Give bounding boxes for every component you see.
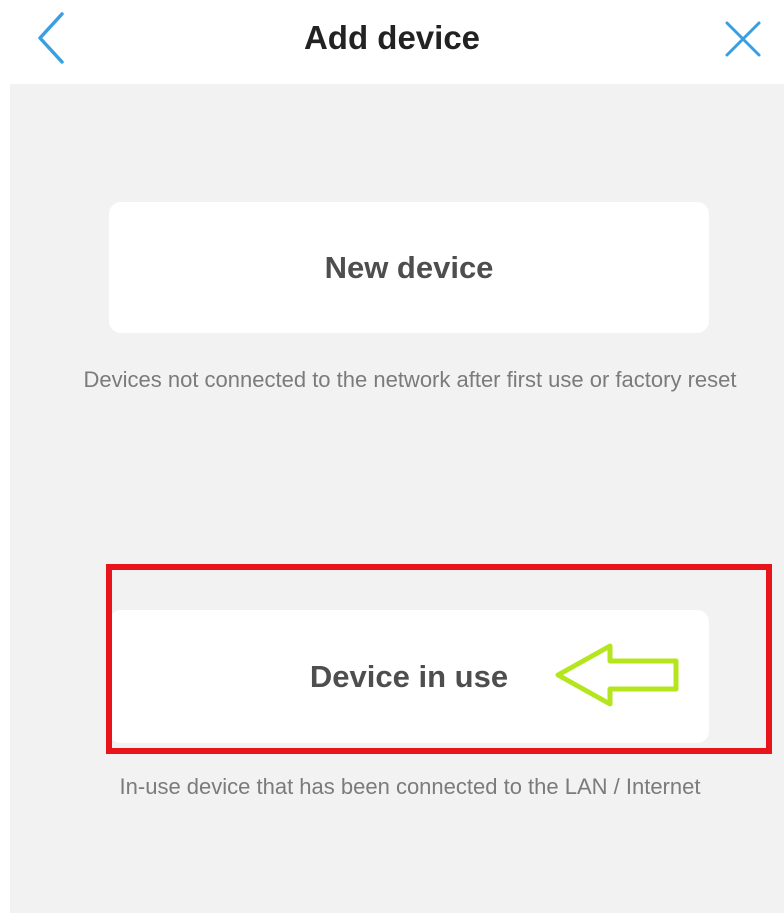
back-button[interactable] bbox=[28, 8, 78, 70]
page-title: Add device bbox=[303, 19, 481, 56]
close-button[interactable] bbox=[718, 14, 768, 64]
app-header: Add device bbox=[0, 0, 784, 84]
device-in-use-description: In-use device that has been connected to… bbox=[119, 774, 701, 799]
arrow-left-icon bbox=[555, 643, 679, 707]
chevron-left-icon bbox=[38, 12, 64, 64]
new-device-description: Devices not connected to the network aft… bbox=[83, 367, 737, 392]
new-device-button[interactable]: New device bbox=[109, 202, 709, 333]
content-area: New device Devices not connected to the … bbox=[10, 84, 784, 913]
close-icon bbox=[725, 21, 761, 57]
